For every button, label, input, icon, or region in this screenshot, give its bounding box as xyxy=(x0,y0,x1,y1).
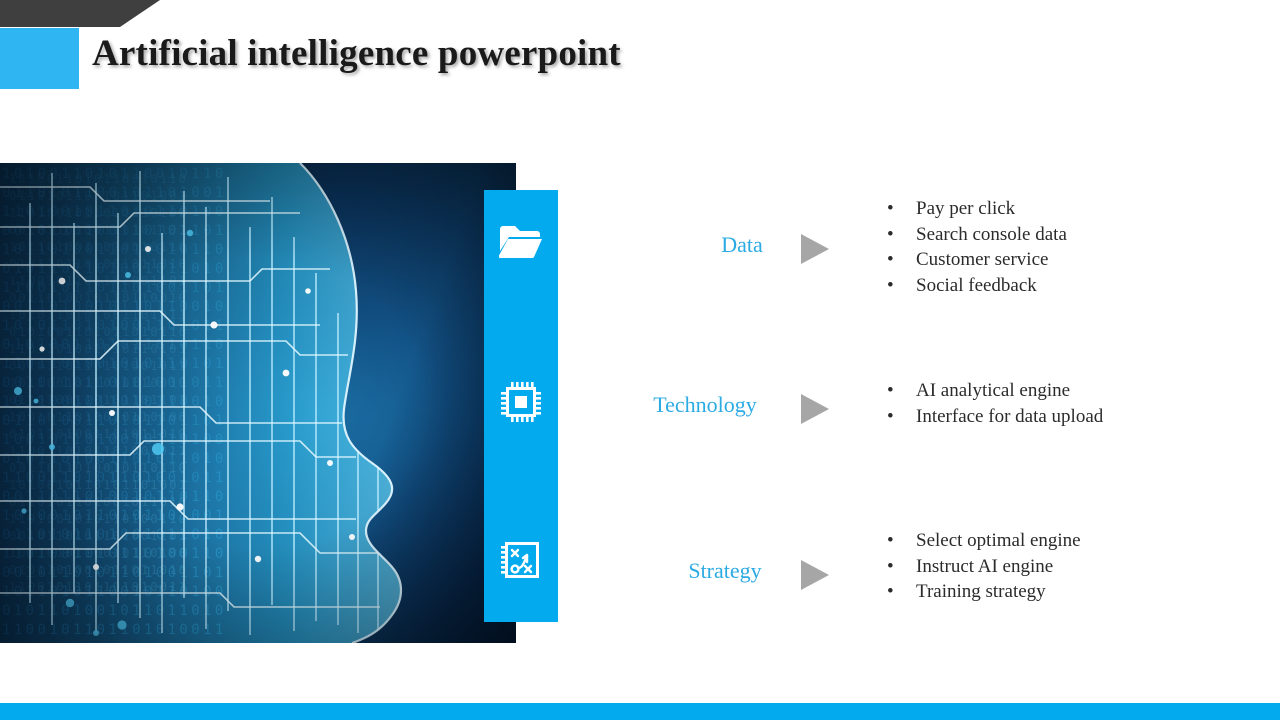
strategy-playbook-icon-glyph xyxy=(501,542,539,578)
bullet-dot-icon: • xyxy=(887,581,894,602)
list-item: • Social feedback xyxy=(885,273,1067,299)
list-item: • Search console data xyxy=(885,222,1067,248)
list-item-label: Training strategy xyxy=(916,581,1046,602)
header-dark-band xyxy=(0,0,160,27)
list-item-label: Instruct AI engine xyxy=(916,555,1054,577)
list-item: • Customer service xyxy=(885,247,1067,273)
list-item: • Select optimal engine xyxy=(885,528,1081,554)
header-accent-square xyxy=(0,28,79,89)
bullet-dot-icon: • xyxy=(887,223,894,245)
microchip-icon[interactable] xyxy=(484,382,558,422)
row-label-technology: Technology xyxy=(653,392,757,417)
bullet-dot-icon: • xyxy=(887,249,894,270)
row-arrow-strategy xyxy=(801,560,829,590)
list-item-label: Search console data xyxy=(916,223,1067,245)
folder-icon[interactable] xyxy=(484,224,558,260)
list-item-label: Customer service xyxy=(916,249,1049,270)
list-item-label: Interface for data upload xyxy=(916,405,1104,427)
list-item-label: Pay per click xyxy=(916,198,1016,219)
list-item: • AI analytical engine xyxy=(885,378,1103,404)
strategy-playbook-icon[interactable] xyxy=(484,540,558,580)
list-item: • Pay per click xyxy=(885,196,1067,222)
bullet-dot-icon: • xyxy=(887,380,894,401)
row-arrow-technology xyxy=(801,394,829,424)
list-item: • Interface for data upload xyxy=(885,404,1103,430)
bullet-dot-icon: • xyxy=(887,198,894,219)
bullet-list-technology: • AI analytical engine • Interface for dat… xyxy=(885,378,1103,429)
list-item: • Instruct AI engine xyxy=(885,554,1081,580)
microchip-icon-glyph xyxy=(501,382,541,422)
bullet-dot-icon: • xyxy=(887,405,894,427)
row-arrow-data xyxy=(801,234,829,264)
list-item: • Training strategy xyxy=(885,579,1081,605)
hero-vignette xyxy=(0,163,516,643)
page-title: Artificial intelligence powerpoint xyxy=(92,33,621,74)
row-label-strategy: Strategy xyxy=(688,558,762,583)
bullet-dot-icon: • xyxy=(887,530,894,551)
ai-head-hero-image: 1010011010110010110 0110101100101101001 … xyxy=(0,163,516,643)
list-item-label: Social feedback xyxy=(916,274,1037,296)
list-item-label: AI analytical engine xyxy=(916,380,1071,401)
bullet-dot-icon: • xyxy=(887,555,894,577)
icon-panel xyxy=(484,190,558,622)
bullet-list-data: • Pay per click • Search console data • Cus… xyxy=(885,196,1067,298)
bullet-list-strategy: • Select optimal engine • Instruct AI engi… xyxy=(885,528,1081,605)
footer-accent-bar xyxy=(0,703,1280,720)
bullet-dot-icon: • xyxy=(887,274,894,296)
list-item-label: Select optimal engine xyxy=(916,530,1081,551)
folder-icon-glyph xyxy=(499,226,542,259)
